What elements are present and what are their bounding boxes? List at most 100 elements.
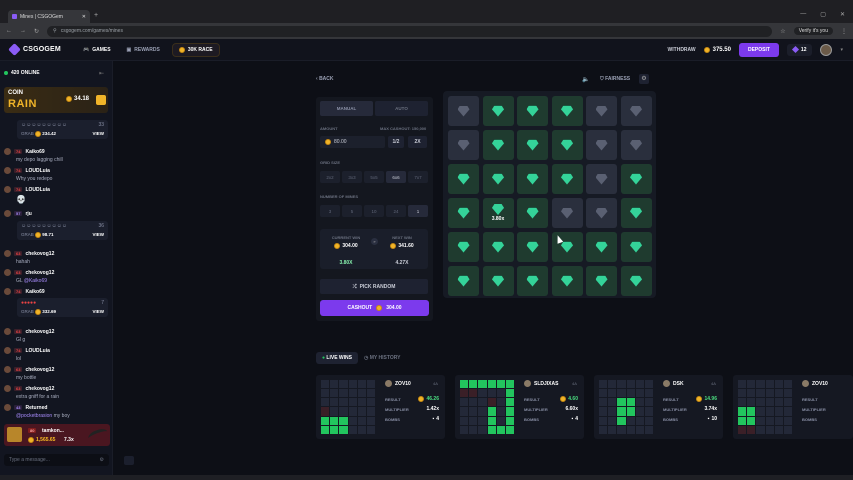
close-tab-icon[interactable]: ✕ (82, 14, 86, 20)
tile-gem[interactable] (517, 266, 548, 296)
withdraw-button[interactable]: WITHDRAW (668, 47, 696, 53)
player-name[interactable]: ZOV10 (395, 381, 411, 387)
tab-live-wins[interactable]: ● LIVE WINS (316, 352, 358, 364)
username[interactable]: LOUDLuia (25, 168, 49, 174)
tile-hidden[interactable] (586, 198, 617, 228)
avatar[interactable] (4, 167, 11, 174)
tile-gem[interactable] (551, 266, 583, 296)
tile-gem[interactable] (551, 164, 583, 194)
tile-hidden[interactable] (620, 130, 652, 160)
tab-manual[interactable]: MANUAL (320, 101, 373, 116)
username[interactable]: Kaiko69 (25, 149, 44, 155)
tab-my-history[interactable]: ◷ MY HISTORY (364, 355, 401, 361)
username[interactable]: chekovog12 (25, 270, 54, 276)
deposit-button[interactable]: DEPOSIT (738, 42, 779, 57)
avatar[interactable] (4, 210, 11, 217)
tile-hidden[interactable] (586, 96, 617, 126)
chevron-down-icon[interactable]: ▾ (840, 47, 843, 53)
coin-rain-banner[interactable]: COIN RAIN 34.18 (4, 87, 108, 113)
avatar[interactable] (4, 288, 11, 295)
tile-gem[interactable] (482, 266, 514, 296)
mines-option[interactable]: 5 (342, 205, 362, 217)
tile-hidden[interactable] (586, 164, 617, 194)
username[interactable]: chekovog12 (25, 329, 54, 335)
tile-gem[interactable] (448, 266, 479, 296)
nav-rewards[interactable]: ▣ REWARDS (127, 47, 160, 53)
settings-icon[interactable]: ⚙ (100, 457, 104, 463)
menu-icon[interactable]: ⋮ (841, 28, 847, 35)
tile-hidden[interactable] (448, 130, 479, 160)
nav-games[interactable]: 🎮 GAMES (83, 47, 111, 53)
tile-gem[interactable] (517, 96, 548, 126)
gear-icon[interactable]: ⚙ (639, 74, 649, 84)
avatar[interactable] (4, 269, 11, 276)
grid-size-option[interactable]: 6x6 (386, 171, 406, 183)
tile-gem[interactable] (517, 198, 548, 228)
avatar[interactable] (820, 43, 833, 56)
tile-gem[interactable] (551, 130, 583, 160)
username[interactable]: LOUDLuia (25, 348, 49, 354)
brand-logo[interactable]: CSGOGEM (8, 43, 61, 56)
tile-hidden[interactable] (586, 130, 617, 160)
tile-gem[interactable] (482, 164, 514, 194)
grid-size-option[interactable]: 2x2 (320, 171, 340, 183)
tile-gem[interactable] (448, 232, 479, 262)
tile-gem[interactable] (620, 266, 652, 296)
half-button[interactable]: 1/2 (388, 136, 404, 148)
avatar[interactable] (385, 380, 392, 387)
grid-size-option[interactable]: 5x5 (364, 171, 384, 183)
tile-gem[interactable] (586, 232, 617, 262)
avatar[interactable] (4, 366, 11, 373)
mines-option[interactable]: 3 (320, 205, 340, 217)
url-field[interactable]: ⚲ csgogem.com/games/mines (47, 25, 773, 37)
live-win-card[interactable]: ZOV10 4A RESULT MULTIPLIER BOMBS 46.26 1.42x ▪ 4 (316, 375, 445, 439)
avatar[interactable] (4, 186, 11, 193)
fairness-button[interactable]: ⛉ FAIRNESS (600, 76, 630, 82)
live-win-card[interactable]: DSK 4A RESULT MULTIPLIER BOMBS 14.96 3.74x ▪ 10 (594, 375, 723, 439)
new-tab-icon[interactable]: + (94, 12, 98, 19)
live-win-card[interactable]: ZOV10 RESULT MULTIPLIER BOMBS (733, 375, 853, 439)
tile-gem[interactable] (517, 164, 548, 194)
avatar[interactable] (4, 250, 11, 257)
player-name[interactable]: SLDJIXAS (534, 381, 558, 387)
username[interactable]: chekovog12 (25, 251, 54, 257)
tile-hidden[interactable] (620, 96, 652, 126)
avatar[interactable] (524, 380, 531, 387)
tile-gem[interactable] (586, 266, 617, 296)
username[interactable]: Kaiko69 (25, 289, 44, 295)
grid-size-option[interactable]: 7x7 (408, 171, 428, 183)
back-button[interactable]: ‹ BACK (316, 76, 334, 82)
tile-gem[interactable] (517, 130, 548, 160)
gems-button[interactable]: 12 (786, 43, 813, 56)
player-name[interactable]: DSK (673, 381, 684, 387)
browser-tab[interactable]: Mines | CSGOGem ✕ (8, 10, 90, 23)
mention-link[interactable]: @Kaiko69 (24, 278, 47, 284)
profile-chip[interactable]: Verify it's you (793, 27, 833, 35)
username[interactable]: chekovog12 (25, 367, 54, 373)
mines-option[interactable]: 10 (364, 205, 384, 217)
username[interactable]: LOUDLuia (25, 187, 49, 193)
tile-gem[interactable] (620, 198, 652, 228)
close-window-icon[interactable]: ✕ (840, 11, 845, 18)
site-info-icon[interactable]: ⚲ (53, 28, 57, 34)
avatar[interactable] (4, 148, 11, 155)
avatar[interactable] (802, 380, 809, 387)
tile-gem[interactable] (517, 232, 548, 262)
tile-gem[interactable] (482, 96, 514, 126)
username[interactable]: rju (25, 211, 31, 217)
race-button[interactable]: 30K RACE (171, 42, 220, 57)
mention-link[interactable]: @pocketbrasion (16, 413, 52, 419)
sound-icon[interactable]: 🔈 (582, 76, 589, 83)
tile-gem[interactable] (448, 198, 479, 228)
minimize-icon[interactable]: — (800, 11, 806, 18)
forward-icon[interactable]: → (20, 28, 26, 34)
tile-gem[interactable] (482, 130, 514, 160)
mines-option[interactable]: 1 (408, 205, 428, 217)
avatar[interactable] (4, 404, 11, 411)
tab-auto[interactable]: AUTO (375, 101, 428, 116)
double-button[interactable]: 2X (408, 136, 427, 148)
tip-view-button[interactable]: VIEW (92, 309, 104, 315)
collapse-chat-icon[interactable]: ⇤ (99, 70, 104, 77)
pick-random-button[interactable]: ⤮ PICK RANDOM (320, 279, 428, 294)
tip-view-button[interactable]: VIEW (92, 232, 104, 238)
